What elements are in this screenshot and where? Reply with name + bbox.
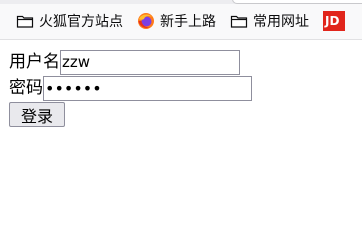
password-row: 密码 bbox=[9, 75, 252, 101]
login-form: 用户名 密码 登录 bbox=[9, 49, 252, 127]
url-bar-edge[interactable] bbox=[232, 0, 362, 4]
username-row: 用户名 bbox=[9, 49, 252, 75]
jd-logo-icon: JD bbox=[323, 11, 345, 31]
bookmark-firefox-official[interactable]: 火狐官方站点 bbox=[16, 9, 123, 33]
bookmark-label: 火狐官方站点 bbox=[39, 14, 123, 30]
password-input[interactable] bbox=[43, 75, 252, 101]
folder-icon bbox=[16, 15, 34, 28]
bookmark-jd[interactable]: JD bbox=[323, 9, 345, 33]
bookmark-label: 新手上路 bbox=[160, 14, 216, 30]
bookmark-getting-started[interactable]: 新手上路 bbox=[137, 9, 216, 33]
bookmark-common-sites[interactable]: 常用网址 bbox=[230, 9, 309, 33]
password-label: 密码 bbox=[9, 78, 43, 98]
firefox-icon bbox=[138, 13, 154, 29]
bookmarks-bar: 火狐官方站点 新手上路 常用网址 JD bbox=[0, 8, 345, 34]
username-label: 用户名 bbox=[9, 52, 60, 72]
folder-icon bbox=[230, 15, 248, 28]
bookmark-label: 常用网址 bbox=[253, 14, 309, 30]
login-button[interactable]: 登录 bbox=[9, 102, 66, 127]
bookmarks-toolbar: 火狐官方站点 新手上路 常用网址 JD bbox=[0, 0, 362, 40]
username-input[interactable] bbox=[60, 49, 240, 75]
